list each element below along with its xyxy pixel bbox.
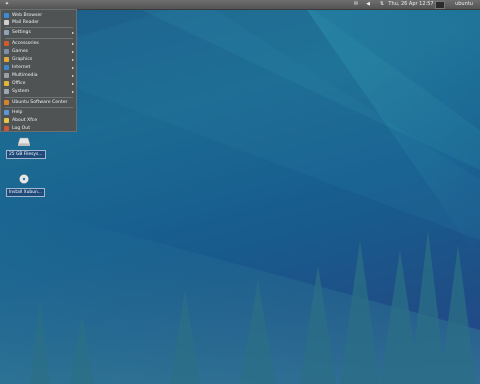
menu-item-log-out[interactable]: Log Out (2, 125, 76, 132)
internet-icon (4, 65, 9, 70)
office-icon (4, 81, 9, 86)
graphics-icon (4, 57, 9, 62)
applications-menu: Web Browser Mail Reader Settings ▸ Accessori… (0, 9, 77, 132)
desktop-icon-install[interactable]: Install Xubun... (6, 174, 45, 197)
menu-separator (5, 27, 73, 28)
menu-item-label: System (12, 89, 30, 94)
desktop-icon-label: 25 GB Filesys... (6, 150, 46, 159)
menu-item-settings[interactable]: Settings ▸ (2, 29, 76, 36)
menu-item-help[interactable]: Help (2, 109, 76, 116)
submenu-arrow-icon: ▸ (71, 89, 74, 94)
mail-notification-icon[interactable]: ✉ (352, 0, 360, 9)
menu-item-label: Mail Reader (12, 20, 40, 25)
menu-item-label: Multimedia (12, 73, 38, 78)
menu-item-label: Log Out (12, 126, 30, 131)
menu-separator (5, 97, 73, 98)
submenu-arrow-icon: ▸ (71, 81, 74, 86)
globe-icon (4, 13, 9, 18)
volume-icon[interactable]: ◀ (364, 0, 372, 9)
submenu-arrow-icon: ▸ (71, 41, 74, 46)
menu-item-label: Games (12, 49, 29, 54)
menu-separator (5, 38, 73, 39)
menu-item-web-browser[interactable]: Web Browser (2, 12, 76, 19)
mail-icon (4, 20, 9, 25)
menu-item-multimedia[interactable]: Multimedia ▸ (2, 72, 76, 79)
submenu-arrow-icon: ▸ (71, 49, 74, 54)
menu-item-graphics[interactable]: Graphics ▸ (2, 56, 76, 63)
accessories-icon (4, 41, 9, 46)
submenu-arrow-icon: ▸ (71, 73, 74, 78)
menu-item-about-xfce[interactable]: About Xfce (2, 117, 76, 124)
install-disc-icon (19, 174, 29, 184)
menu-item-label: Internet (12, 65, 31, 70)
menu-item-label: About Xfce (12, 118, 38, 123)
menu-item-system[interactable]: System ▸ (2, 88, 76, 95)
submenu-arrow-icon: ▸ (71, 57, 74, 62)
user-menu[interactable]: ubuntu (448, 0, 480, 9)
menu-item-label: Accessories (12, 41, 39, 46)
applications-menu-button[interactable]: ✦ (0, 0, 14, 9)
menu-item-games[interactable]: Games ▸ (2, 48, 76, 55)
clock[interactable]: Thu, 26 Apr 12:57 (388, 0, 434, 9)
menu-item-label: Ubuntu Software Center (12, 100, 68, 105)
help-icon (4, 110, 9, 115)
xfce-logo-icon: ✦ (4, 1, 10, 7)
menu-item-mail-reader[interactable]: Mail Reader (2, 19, 76, 26)
desktop-icon-label: Install Xubun... (6, 188, 45, 197)
settings-icon (4, 30, 9, 35)
system-icon (4, 89, 9, 94)
menu-separator (5, 107, 73, 108)
drive-icon (17, 137, 31, 146)
menu-item-label: Web Browser (12, 13, 43, 18)
games-icon (4, 49, 9, 54)
menu-item-label: Settings (12, 30, 31, 35)
desktop-icon-filesystem[interactable]: 25 GB Filesys... (6, 136, 46, 159)
menu-item-office[interactable]: Office ▸ (2, 80, 76, 87)
network-icon[interactable]: ⇅ (378, 0, 386, 9)
submenu-arrow-icon: ▸ (71, 65, 74, 70)
menu-item-internet[interactable]: Internet ▸ (2, 64, 76, 71)
submenu-arrow-icon: ▸ (71, 30, 74, 35)
menu-item-ubuntu-software-center[interactable]: Ubuntu Software Center (2, 99, 76, 106)
menu-item-accessories[interactable]: Accessories ▸ (2, 40, 76, 47)
logout-icon (4, 126, 9, 131)
software-center-icon (4, 100, 9, 105)
multimedia-icon (4, 73, 9, 78)
menu-item-label: Office (12, 81, 26, 86)
about-icon (4, 118, 9, 123)
menu-item-label: Graphics (12, 57, 33, 62)
menu-item-label: Help (12, 110, 23, 115)
power-icon[interactable] (434, 0, 446, 9)
